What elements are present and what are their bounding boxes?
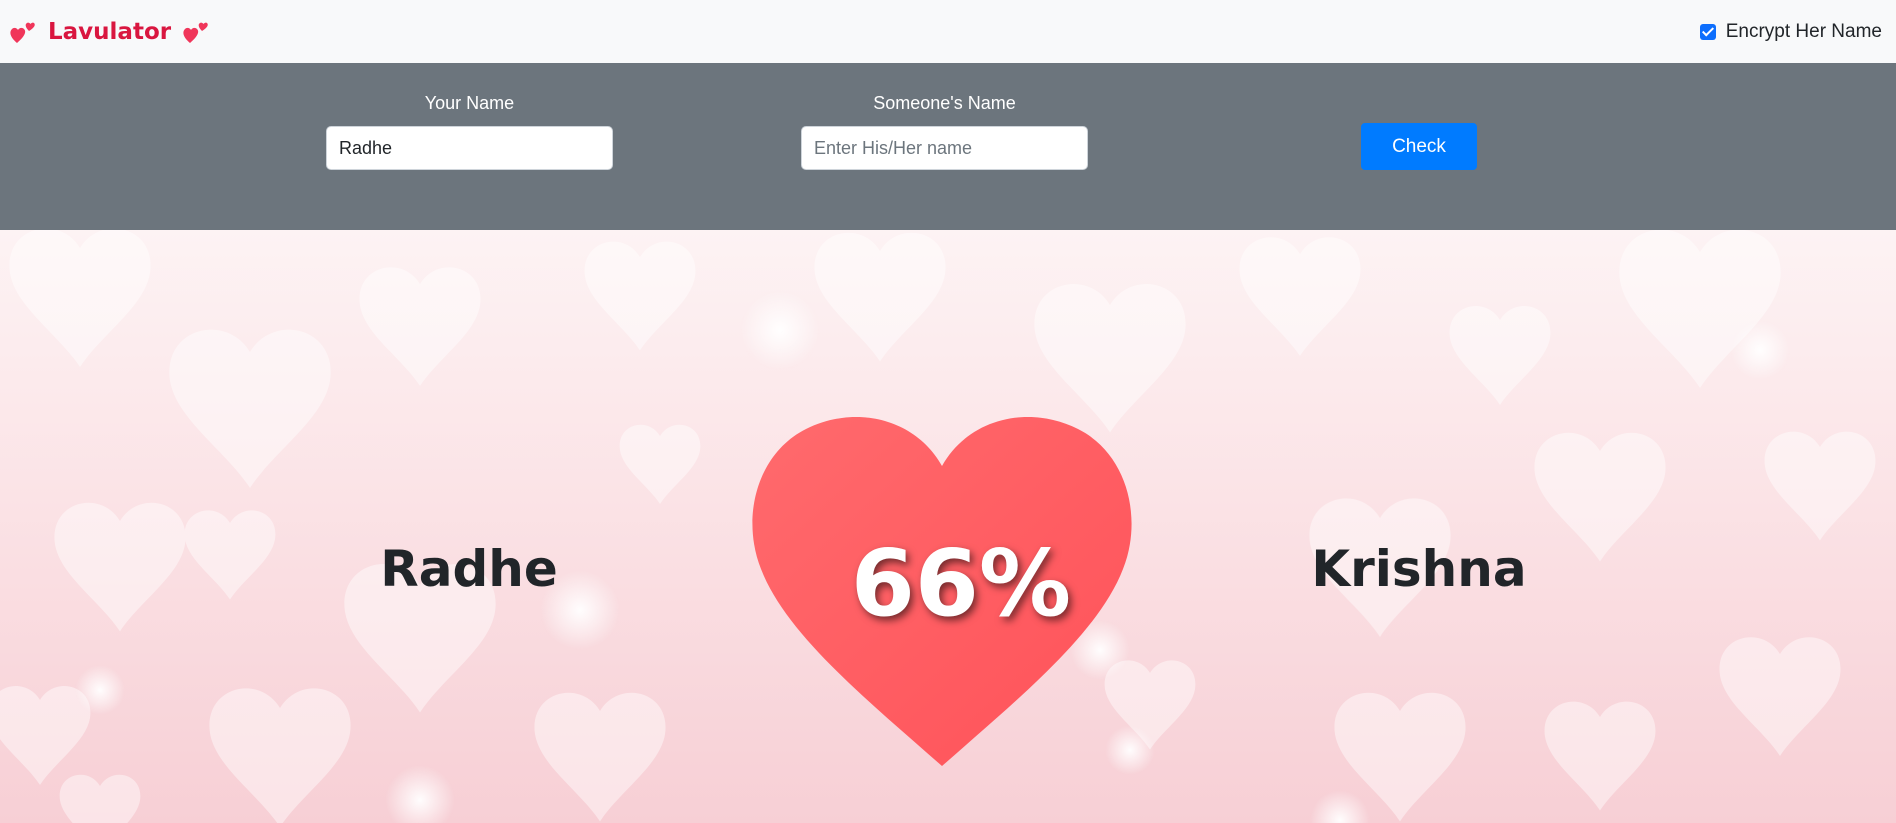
two-hearts-icon — [10, 22, 35, 43]
brand-title: Lavulator — [48, 18, 172, 45]
someone-name-group: Someone's Name — [801, 93, 1088, 170]
result-name-right: Krishna — [1311, 540, 1527, 598]
someone-name-input[interactable] — [801, 126, 1088, 170]
brand[interactable]: Lavulator — [8, 17, 211, 47]
your-name-group: Your Name — [326, 93, 613, 170]
match-percentage: 66% — [850, 530, 1072, 637]
two-hearts-icon — [183, 22, 208, 43]
result-name-left: Radhe — [380, 540, 558, 598]
name-form: Your Name Someone's Name Check — [0, 63, 1896, 230]
encrypt-toggle[interactable]: Encrypt Her Name — [1699, 21, 1882, 43]
encrypt-label[interactable]: Encrypt Her Name — [1726, 21, 1882, 43]
encrypt-checkbox[interactable] — [1699, 23, 1716, 40]
someone-name-label: Someone's Name — [873, 93, 1016, 113]
check-button[interactable]: Check — [1361, 123, 1477, 170]
your-name-input[interactable] — [326, 126, 613, 170]
navbar: Lavulator Encrypt Her Name — [0, 0, 1896, 63]
result-area: Radhe 66% Krishna — [0, 230, 1896, 823]
your-name-label: Your Name — [424, 93, 515, 113]
